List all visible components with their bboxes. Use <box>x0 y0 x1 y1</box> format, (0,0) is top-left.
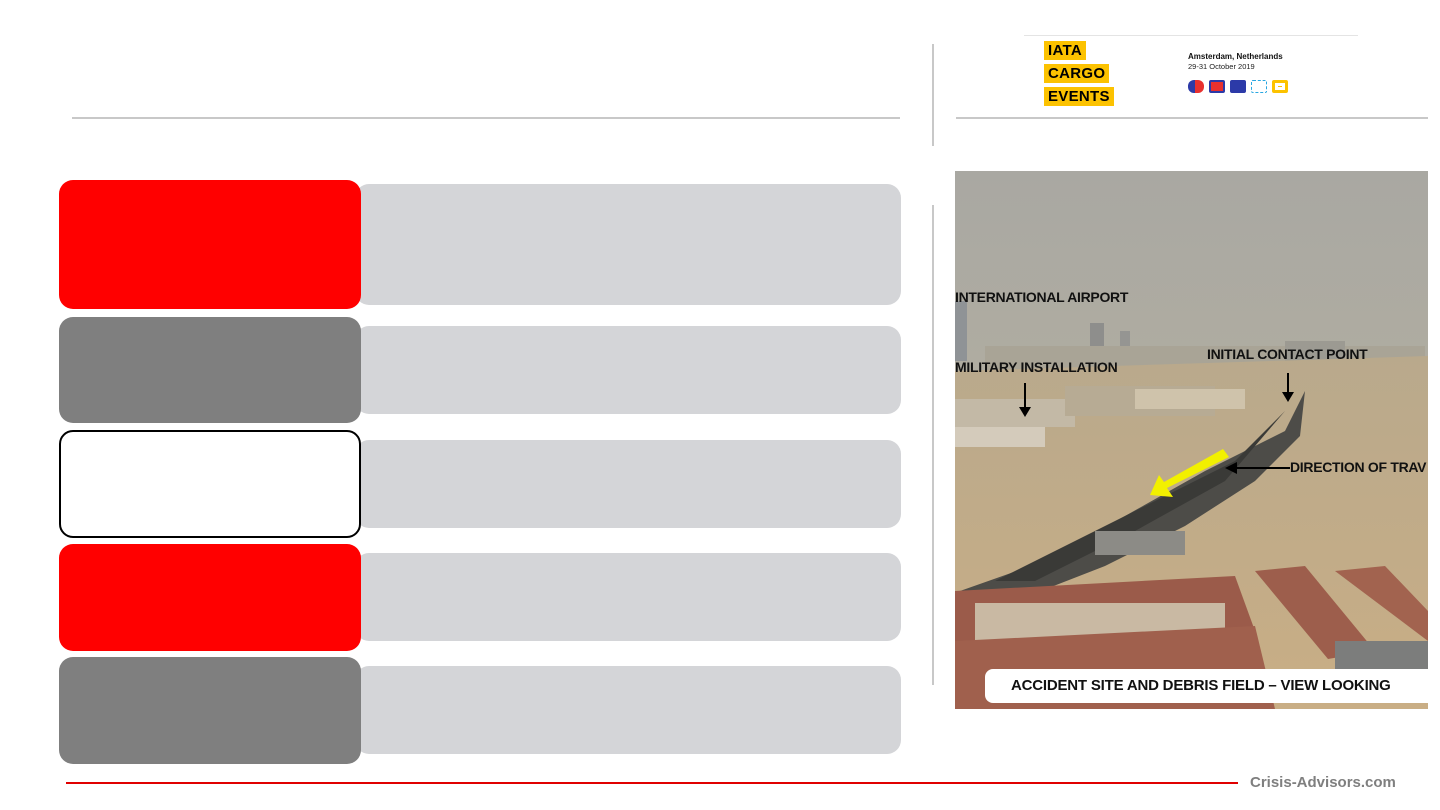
header-divider-right <box>956 117 1428 119</box>
first-aid-icon <box>1209 80 1225 93</box>
iata-cargo-events-logo: IATA CARGO EVENTS Amsterdam, Netherlands… <box>1024 35 1358 109</box>
label-military-installation: MILITARY INSTALLATION <box>955 359 1118 375</box>
header-divider-left <box>72 117 900 119</box>
event-location: Amsterdam, Netherlands <box>1188 52 1283 61</box>
label-direction-of-travel: DIRECTION OF TRAV <box>1290 459 1427 475</box>
label-tab-2 <box>59 317 361 423</box>
label-tab-1 <box>59 180 361 309</box>
accident-site-illustration <box>955 171 1428 709</box>
content-bar-2 <box>355 326 901 414</box>
label-tab-3 <box>59 430 361 538</box>
logo-icon-strip <box>1188 80 1288 94</box>
logo-top-rule <box>1024 35 1358 36</box>
logo-word-events: EVENTS <box>1044 87 1114 106</box>
content-bar-4 <box>355 553 901 641</box>
content-bar-1 <box>355 184 901 305</box>
logo-word-iata: IATA <box>1044 41 1086 60</box>
accident-site-photo: INTERNATIONAL AIRPORT MILITARY INSTALLAT… <box>955 171 1428 709</box>
photo-caption: ACCIDENT SITE AND DEBRIS FIELD – VIEW LO… <box>985 669 1428 703</box>
vertical-divider-top <box>932 44 934 146</box>
content-bar-3 <box>355 440 901 528</box>
pill-icon <box>1188 80 1204 93</box>
vertical-divider-middle <box>932 205 934 685</box>
label-tab-5 <box>59 657 361 764</box>
footer-rule <box>66 782 1238 784</box>
content-bar-5 <box>355 666 901 754</box>
logo-word-cargo: CARGO <box>1044 64 1110 83</box>
label-tab-4 <box>59 544 361 651</box>
dashed-box-icon <box>1251 80 1267 93</box>
cube-icon <box>1230 80 1246 93</box>
footer-brand: Crisis-Advisors.com <box>1250 774 1396 791</box>
label-international-airport: INTERNATIONAL AIRPORT <box>955 289 1129 305</box>
screen-icon <box>1272 80 1288 93</box>
event-dates: 29-31 October 2019 <box>1188 62 1255 71</box>
label-initial-contact-point: INITIAL CONTACT POINT <box>1207 346 1368 362</box>
